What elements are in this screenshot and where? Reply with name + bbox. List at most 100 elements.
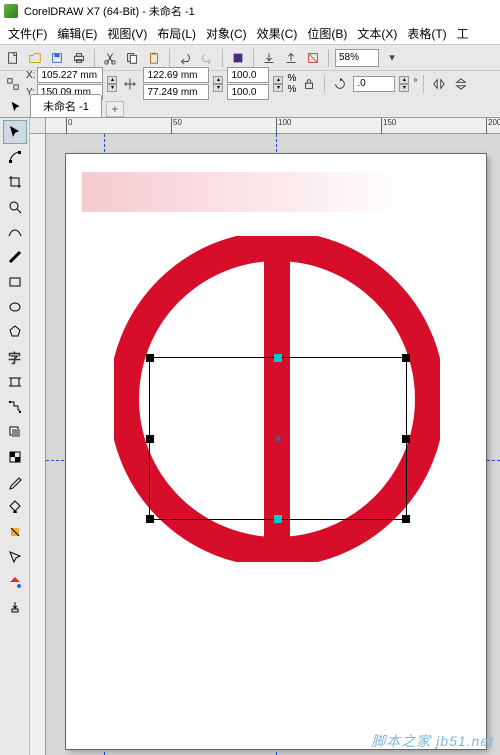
separator bbox=[169, 49, 170, 67]
title-bar: CorelDRAW X7 (64-Bit) - 未命名 -1 bbox=[0, 0, 500, 22]
ruler-tick: 100 bbox=[276, 118, 291, 134]
separator bbox=[253, 49, 254, 67]
outline-tool[interactable] bbox=[3, 545, 27, 569]
menu-bar: 文件(F) 编辑(E) 视图(V) 布局(L) 对象(C) 效果(C) 位图(B… bbox=[0, 22, 500, 44]
horizontal-ruler[interactable]: 0 50 100 150 200 bbox=[46, 118, 500, 134]
document-tab[interactable]: 未命名 -1 bbox=[30, 94, 102, 117]
ruler-tick: 150 bbox=[381, 118, 396, 134]
watermark-text: 脚本之家 jb51.net bbox=[371, 731, 494, 751]
canvas-viewport[interactable]: 0 50 100 150 200 bbox=[30, 118, 500, 755]
zoom-dropdown-icon[interactable]: ▾ bbox=[383, 49, 401, 67]
menu-effects[interactable]: 效果(C) bbox=[253, 23, 302, 44]
menu-text[interactable]: 文本(X) bbox=[353, 23, 401, 44]
menu-file[interactable]: 文件(F) bbox=[4, 23, 51, 44]
search-icon[interactable] bbox=[229, 49, 247, 67]
menu-layout[interactable]: 布局(L) bbox=[153, 23, 200, 44]
app-logo-icon bbox=[4, 4, 18, 18]
resize-handle-se[interactable] bbox=[402, 515, 410, 523]
resize-handle-e[interactable] bbox=[402, 435, 410, 443]
pick-tool-indicator bbox=[6, 97, 26, 117]
resize-handle-nw[interactable] bbox=[146, 354, 154, 362]
canvas[interactable]: × 脚本之家 jb51.net bbox=[46, 134, 500, 755]
print-icon[interactable] bbox=[70, 49, 88, 67]
crop-tool[interactable] bbox=[3, 170, 27, 194]
rotation-icon bbox=[331, 75, 349, 93]
rotation-spinner[interactable]: ▴▾ bbox=[399, 76, 409, 92]
position-spinner[interactable]: ▴▾ bbox=[107, 76, 117, 92]
ruler-tick: 50 bbox=[171, 118, 182, 134]
percent-label: %% bbox=[287, 73, 296, 95]
export-icon[interactable] bbox=[282, 49, 300, 67]
interactive-fill-tool[interactable] bbox=[3, 495, 27, 519]
menu-edit[interactable]: 编辑(E) bbox=[53, 23, 101, 44]
height-input[interactable]: 77.249 mm bbox=[143, 84, 209, 100]
rectangle-tool[interactable] bbox=[3, 270, 27, 294]
zoom-value: 58% bbox=[339, 52, 359, 63]
open-icon[interactable] bbox=[26, 49, 44, 67]
position-icon bbox=[4, 75, 22, 93]
tab-label: 未命名 -1 bbox=[43, 101, 89, 113]
paste-icon[interactable] bbox=[145, 49, 163, 67]
save-icon[interactable] bbox=[48, 49, 66, 67]
parallel-dim-tool[interactable] bbox=[3, 370, 27, 394]
ruler-origin[interactable] bbox=[30, 118, 46, 134]
fill-tool[interactable] bbox=[3, 570, 27, 594]
connector-tool[interactable] bbox=[3, 395, 27, 419]
menu-view[interactable]: 视图(V) bbox=[103, 23, 151, 44]
ruler-tick: 0 bbox=[66, 118, 72, 134]
selection-center-marker[interactable]: × bbox=[274, 432, 281, 446]
scale-x-input[interactable]: 100.0 bbox=[227, 67, 269, 83]
zoom-tool[interactable] bbox=[3, 195, 27, 219]
mirror-h-icon[interactable] bbox=[430, 75, 448, 93]
lock-ratio-icon[interactable] bbox=[300, 75, 318, 93]
text-tool[interactable]: 字 bbox=[3, 345, 27, 369]
degree-label: ° bbox=[413, 78, 417, 89]
menu-tools[interactable]: 工 bbox=[453, 23, 473, 44]
resize-handle-w[interactable] bbox=[146, 435, 154, 443]
resize-handle-sw[interactable] bbox=[146, 515, 154, 523]
resize-handle-ne[interactable] bbox=[402, 354, 410, 362]
toolbox: 字 bbox=[0, 118, 30, 755]
transparency-tool[interactable] bbox=[3, 445, 27, 469]
width-input[interactable]: 122.69 mm bbox=[143, 67, 209, 83]
more-tools[interactable] bbox=[3, 595, 27, 619]
scale-spinner[interactable]: ▴▾ bbox=[273, 76, 283, 92]
ellipse-tool[interactable] bbox=[3, 295, 27, 319]
undo-icon[interactable] bbox=[176, 49, 194, 67]
artistic-media-tool[interactable] bbox=[3, 245, 27, 269]
separator bbox=[423, 75, 424, 93]
selection-bounds[interactable]: × bbox=[149, 357, 407, 520]
copy-icon[interactable] bbox=[123, 49, 141, 67]
work-area: 字 0 50 100 150 200 bbox=[0, 118, 500, 755]
pick-tool[interactable] bbox=[3, 120, 27, 144]
import-icon[interactable] bbox=[260, 49, 278, 67]
menu-bitmaps[interactable]: 位图(B) bbox=[303, 23, 351, 44]
menu-tables[interactable]: 表格(T) bbox=[403, 23, 450, 44]
freehand-tool[interactable] bbox=[3, 220, 27, 244]
redo-icon[interactable] bbox=[198, 49, 216, 67]
zoom-level-input[interactable]: 58% bbox=[335, 49, 379, 67]
drop-shadow-tool[interactable] bbox=[3, 420, 27, 444]
rotation-input[interactable]: .0 bbox=[353, 76, 395, 92]
add-tab-button[interactable]: + bbox=[106, 101, 124, 117]
vertical-ruler[interactable] bbox=[30, 134, 46, 755]
eyedropper-tool[interactable] bbox=[3, 470, 27, 494]
page: × bbox=[66, 154, 486, 749]
resize-handle-n[interactable] bbox=[274, 354, 282, 362]
separator bbox=[94, 49, 95, 67]
size-spinner[interactable]: ▴▾ bbox=[213, 76, 223, 92]
publish-icon[interactable] bbox=[304, 49, 322, 67]
smart-fill-tool[interactable] bbox=[3, 520, 27, 544]
separator bbox=[328, 49, 329, 67]
mirror-v-icon[interactable] bbox=[452, 75, 470, 93]
resize-handle-s[interactable] bbox=[274, 515, 282, 523]
new-icon[interactable] bbox=[4, 49, 22, 67]
separator bbox=[222, 49, 223, 67]
shape-tool[interactable] bbox=[3, 145, 27, 169]
menu-object[interactable]: 对象(C) bbox=[202, 23, 251, 44]
cut-icon[interactable] bbox=[101, 49, 119, 67]
scale-y-input[interactable]: 100.0 bbox=[227, 84, 269, 100]
gradient-rectangle[interactable] bbox=[82, 172, 412, 212]
polygon-tool[interactable] bbox=[3, 320, 27, 344]
x-position-input[interactable]: 105.227 mm bbox=[37, 67, 103, 83]
